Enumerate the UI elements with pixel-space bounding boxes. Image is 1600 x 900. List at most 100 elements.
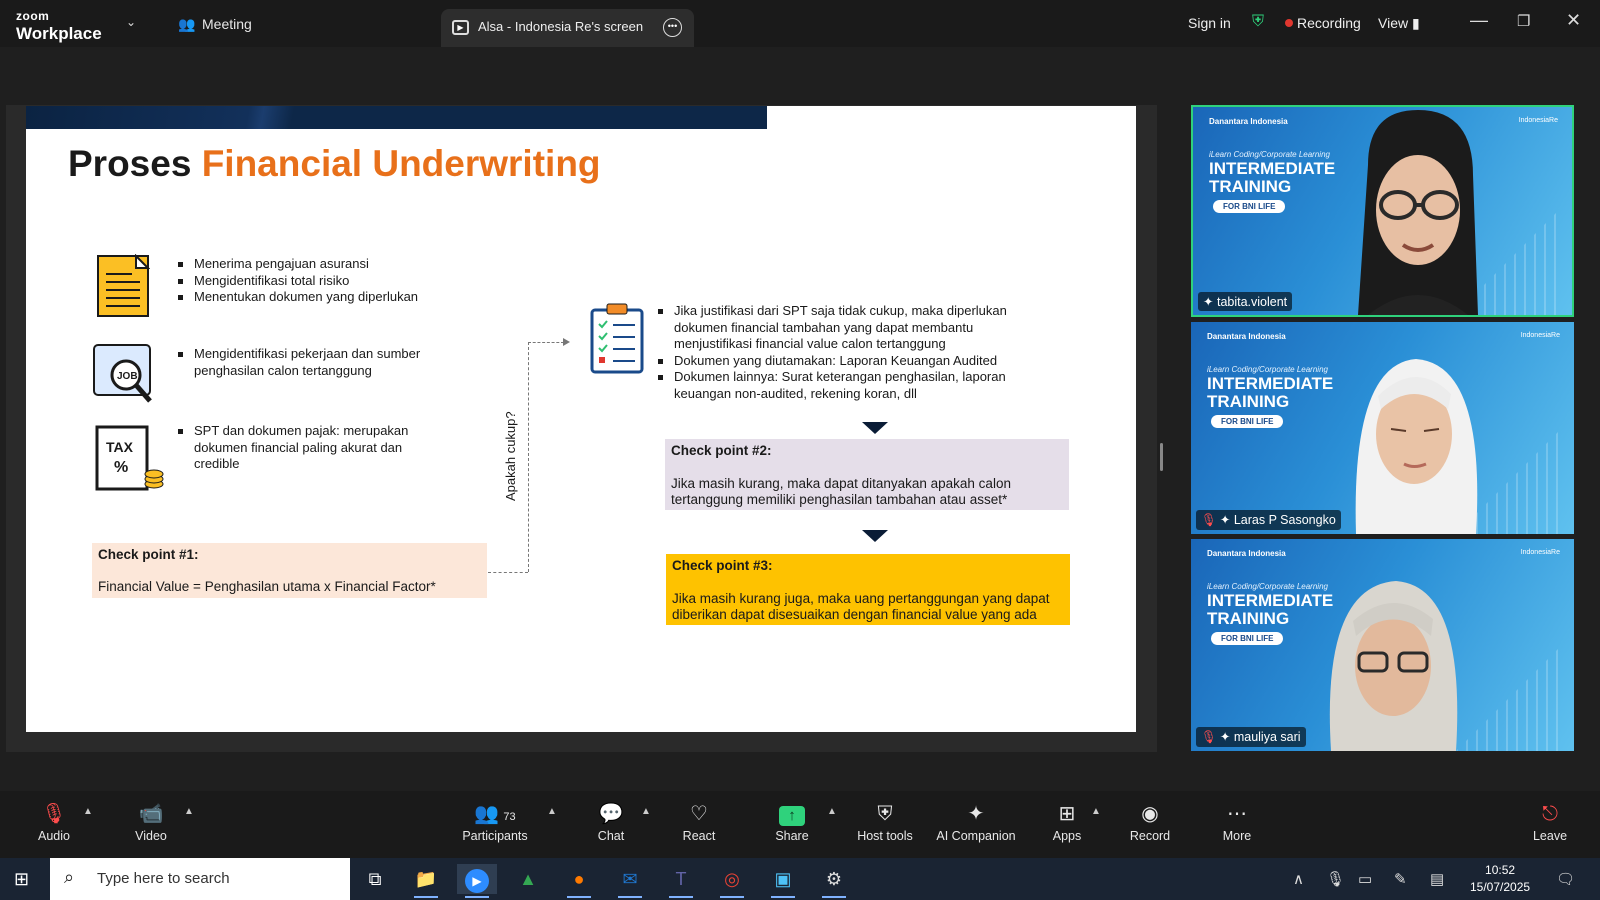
- share-button[interactable]: ↑ Share: [747, 801, 837, 843]
- leave-button[interactable]: ⎋ Leave: [1505, 801, 1595, 843]
- tab-meeting[interactable]: 👥 Meeting: [178, 16, 252, 33]
- host-tools-label: Host tools: [857, 829, 913, 843]
- shield-check-icon[interactable]: ⛨: [1252, 13, 1264, 31]
- bullet-item: SPT dan dokumen pajak: merupakan dokumen…: [176, 423, 436, 473]
- teams-icon[interactable]: T: [661, 864, 701, 898]
- flow-connector: [488, 572, 528, 573]
- audio-options-caret-icon[interactable]: ▲: [83, 806, 93, 817]
- tile-brand-right: IndonesiaRe: [1520, 549, 1560, 556]
- job-search-icon: JOB: [93, 344, 152, 403]
- host-tools-button[interactable]: ⛨ Host tools: [840, 801, 930, 843]
- participants-options-caret-icon[interactable]: ▲: [547, 806, 557, 817]
- restore-icon[interactable]: ❐: [1517, 12, 1530, 30]
- share-options-caret-icon[interactable]: ▲: [827, 806, 837, 817]
- ai-companion-label: AI Companion: [936, 829, 1016, 843]
- file-explorer-icon[interactable]: 📁: [406, 864, 446, 898]
- share-label: Share: [775, 829, 809, 843]
- participant-name-label: ✦ tabita.violent: [1198, 292, 1293, 311]
- taskbar-clock[interactable]: 10:52 15/07/2025: [1470, 862, 1530, 896]
- search-placeholder: Type here to search: [97, 870, 230, 887]
- chrome-icon[interactable]: ◎: [712, 864, 752, 898]
- audio-label: Audio: [38, 829, 70, 843]
- sign-in-button[interactable]: Sign in: [1188, 15, 1231, 31]
- meeting-controls: 🎙 Audio ▲ 📹 Video ▲ 👥 73 Participants ▲ 💬 Cha…: [0, 791, 1600, 858]
- share-screen-icon: ↑: [747, 801, 837, 827]
- apps-options-caret-icon[interactable]: ▲: [1091, 806, 1101, 817]
- google-drive-icon[interactable]: ▲: [508, 864, 548, 894]
- notifications-icon[interactable]: 🗨: [1556, 870, 1575, 888]
- panel-resize-handle[interactable]: [1160, 443, 1163, 471]
- recording-indicator[interactable]: Recording: [1285, 15, 1361, 31]
- tray-expand-icon[interactable]: ∧: [1293, 870, 1304, 888]
- display-icon[interactable]: ▭: [1358, 870, 1372, 888]
- ai-companion-button[interactable]: ✦ AI Companion: [921, 801, 1031, 843]
- view-icon: ▮: [1411, 15, 1420, 31]
- task-view-icon[interactable]: ⧉: [355, 864, 395, 894]
- search-icon: ⌕: [64, 867, 75, 887]
- settings-gear-icon[interactable]: ⚙: [814, 864, 854, 898]
- down-arrow-icon: [862, 530, 888, 542]
- chat-label: Chat: [597, 829, 625, 843]
- close-icon[interactable]: ✕: [1566, 10, 1581, 31]
- video-button[interactable]: 📹 Video: [106, 801, 196, 843]
- bullet-list-2: Mengidentifikasi pekerjaan dan sumber pe…: [176, 346, 456, 379]
- taskbar-search-input[interactable]: ⌕ Type here to search: [50, 858, 350, 900]
- svg-text:%: %: [114, 459, 128, 476]
- shared-slide: Proses Financial Underwriting Menerima p…: [26, 106, 1136, 732]
- document-icon: [97, 254, 150, 317]
- leave-label: Leave: [1532, 829, 1568, 843]
- tile-pill: FOR BNI LIFE: [1211, 632, 1284, 645]
- checkpoint-3-title: Check point #3:: [672, 558, 773, 573]
- microphone-icon[interactable]: 🎙: [1326, 870, 1345, 888]
- pen-icon[interactable]: ✎: [1394, 870, 1407, 888]
- photos-icon[interactable]: ▣: [763, 864, 803, 898]
- apps-label: Apps: [1052, 829, 1082, 843]
- video-tile[interactable]: Danantara Indonesia IndonesiaRe iLearn C…: [1191, 322, 1574, 534]
- tile-banner-title: INTERMEDIATE TRAINING: [1207, 375, 1333, 411]
- checklist-clipboard-icon: [590, 303, 644, 374]
- tile-subtitle: iLearn Coding/Corporate Learning: [1207, 365, 1328, 374]
- heart-icon: ♡: [690, 803, 708, 825]
- video-tile[interactable]: Danantara Indonesia IndonesiaRe iLearn C…: [1191, 105, 1574, 317]
- pin-icon: ✦: [1203, 295, 1214, 309]
- tile-pill: FOR BNI LIFE: [1211, 415, 1284, 428]
- slide-title-highlight: Financial Underwriting: [201, 143, 601, 184]
- windows-start-icon[interactable]: ⊞: [14, 869, 29, 890]
- chevron-down-icon[interactable]: ⌄: [126, 15, 136, 29]
- participant-name: tabita.violent: [1216, 295, 1288, 309]
- participants-count: 73: [503, 811, 516, 823]
- chat-options-caret-icon[interactable]: ▲: [641, 806, 651, 817]
- view-label: View: [1378, 15, 1409, 31]
- tab-shared-screen[interactable]: ▶ Alsa - Indonesia Re's screen •••: [441, 9, 694, 47]
- participants-button[interactable]: 👥 73 Participants: [450, 801, 540, 843]
- network-icon[interactable]: ▤: [1430, 870, 1444, 888]
- leave-icon: ⎋: [1542, 803, 1558, 825]
- react-button[interactable]: ♡ React: [654, 801, 744, 843]
- outlook-icon[interactable]: ✉: [610, 864, 650, 898]
- zoom-app-icon[interactable]: ▶: [457, 864, 497, 898]
- more-button[interactable]: ⋯ More: [1192, 801, 1282, 843]
- tile-brand: Danantara Indonesia: [1207, 549, 1286, 558]
- zoom-logo[interactable]: zoom Workplace: [16, 8, 102, 42]
- video-options-caret-icon[interactable]: ▲: [184, 806, 194, 817]
- recording-label: Recording: [1297, 15, 1361, 31]
- view-button[interactable]: View ▮: [1378, 15, 1420, 32]
- tile-banner-title: INTERMEDIATE TRAINING: [1209, 160, 1335, 196]
- shield-icon: ⛨: [877, 803, 893, 825]
- minimize-icon[interactable]: —: [1470, 10, 1488, 31]
- firefox-icon[interactable]: ●: [559, 864, 599, 898]
- video-tile[interactable]: Danantara Indonesia IndonesiaRe iLearn C…: [1191, 539, 1574, 751]
- tile-banner-line1: INTERMEDIATE: [1207, 374, 1334, 393]
- record-icon: ◉: [1141, 803, 1159, 825]
- more-options-icon[interactable]: •••: [663, 18, 682, 37]
- pin-icon: ✦: [1219, 730, 1231, 744]
- checkpoint-3-text: Jika masih kurang juga, maka uang pertan…: [672, 591, 1050, 622]
- participant-video: [1355, 359, 1478, 534]
- record-button[interactable]: ◉ Record: [1105, 801, 1195, 843]
- video-camera-icon: 📹: [138, 803, 164, 825]
- bullet-item: Dokumen lainnya: Surat keterangan pengha…: [656, 369, 1026, 402]
- participant-name: Laras P Sasongko: [1233, 513, 1336, 527]
- checkpoint-2-box: Check point #2: Jika masih kurang, maka …: [665, 439, 1069, 510]
- recording-dot-icon: [1285, 19, 1293, 27]
- bullet-list-3: SPT dan dokumen pajak: merupakan dokumen…: [176, 423, 436, 473]
